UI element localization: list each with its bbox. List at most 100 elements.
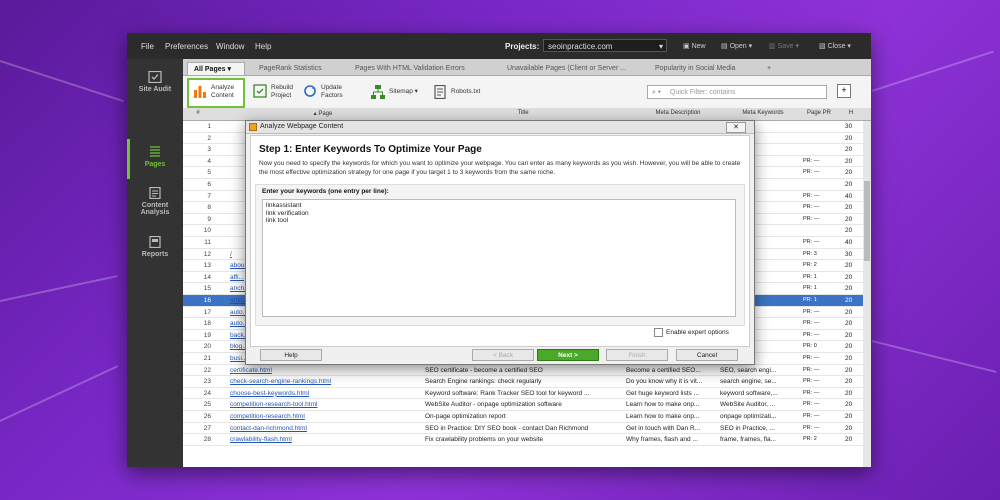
cell-page[interactable]: crawlability-flash.html bbox=[230, 436, 420, 443]
sitemap-icon bbox=[371, 85, 385, 99]
cell-num: 7 bbox=[207, 192, 211, 200]
col-keywords[interactable]: Meta Keywords bbox=[723, 110, 803, 116]
sidebar-item-content-analysis[interactable]: Content Analysis bbox=[127, 187, 183, 216]
add-filter-button[interactable]: + bbox=[837, 84, 851, 98]
cell-pr: PR: — bbox=[803, 204, 820, 211]
add-tab-button[interactable]: + bbox=[761, 62, 777, 75]
col-num[interactable]: # bbox=[189, 110, 207, 116]
analyze-content-button[interactable]: Analyze Content bbox=[187, 78, 245, 108]
sidebar-item-pages[interactable]: Pages bbox=[127, 146, 183, 168]
update-factors-button[interactable]: Update Factors bbox=[303, 80, 359, 104]
cell-pr: PR: — bbox=[803, 239, 820, 245]
table-row[interactable]: 23 check-search-engine-rankings.html Searc… bbox=[183, 376, 871, 388]
cell-num: 14 bbox=[203, 273, 211, 281]
cell-yr: 30 bbox=[845, 123, 853, 130]
cell-page[interactable]: certificate.html bbox=[230, 367, 420, 374]
cell-pr: PR: — bbox=[803, 366, 820, 373]
cell-kw: SEO, search engi... bbox=[720, 366, 777, 374]
cell-kw: frame, frames, fla... bbox=[720, 436, 776, 444]
sidebar-item-label: Content Analysis bbox=[140, 202, 170, 216]
step-heading: Step 1: Enter Keywords To Optimize Your … bbox=[259, 144, 482, 155]
dialog-close-button[interactable]: ✕ bbox=[726, 122, 746, 133]
cell-yr: 20 bbox=[845, 401, 853, 409]
menu-window[interactable]: Window bbox=[216, 42, 244, 51]
tab-pagerank[interactable]: PageRank Statistics bbox=[253, 62, 328, 75]
cell-page[interactable]: contact-dan-richmond.html bbox=[230, 425, 420, 432]
menu-file[interactable]: File bbox=[141, 42, 154, 51]
cell-pr: PR: — bbox=[803, 389, 820, 396]
cell-num: 10 bbox=[203, 227, 211, 235]
cell-page[interactable]: check-search-engine-rankings.html bbox=[230, 378, 420, 385]
analyze-dialog: Analyze Webpage Content ✕ Step 1: Enter … bbox=[245, 120, 755, 365]
cell-yr: 20 bbox=[845, 204, 853, 212]
cell-pr: PR: — bbox=[803, 378, 820, 385]
cell-num: 1 bbox=[207, 123, 211, 130]
app-window: File Preferences Window Help Projects: s… bbox=[127, 33, 871, 467]
table-row[interactable]: 28 crawlability-flash.html Fix crawlabilit… bbox=[183, 434, 871, 446]
project-select[interactable]: seoinpractice.com ▾ bbox=[543, 39, 667, 52]
cancel-button[interactable]: Cancel bbox=[676, 349, 738, 361]
tab-popularity[interactable]: Popularity in Social Media bbox=[649, 62, 742, 75]
new-button[interactable]: ▣ New bbox=[683, 42, 706, 50]
next-button[interactable]: Next > bbox=[537, 349, 599, 361]
cell-pr: PR: — bbox=[803, 355, 820, 361]
keywords-panel: Enter your keywords (one entry per line)… bbox=[255, 184, 745, 326]
sitemap-button[interactable]: Sitemap ▾ bbox=[371, 80, 423, 104]
cell-meta: Learn how to make onp... bbox=[626, 401, 700, 409]
col-pr[interactable]: Page PR bbox=[801, 110, 837, 116]
close-icon: ▧ bbox=[819, 43, 828, 50]
cell-meta: Do you know why it is vit... bbox=[626, 378, 703, 386]
expert-options-checkbox[interactable]: Enable expert options bbox=[654, 328, 729, 337]
cell-page[interactable]: choose-best-keywords.html bbox=[230, 390, 420, 397]
help-button[interactable]: Help bbox=[260, 349, 322, 361]
menu-preferences[interactable]: Preferences bbox=[165, 42, 208, 51]
robots-button[interactable]: Robots.txt bbox=[433, 80, 487, 104]
table-row[interactable]: 27 contact-dan-richmond.html SEO in Practi… bbox=[183, 423, 871, 435]
table-row[interactable]: 26 competition-research.html On-page optim… bbox=[183, 411, 871, 423]
report-icon bbox=[149, 236, 161, 248]
keywords-textarea[interactable]: linkassistant link verification link too… bbox=[262, 199, 736, 317]
sidebar-item-label: Pages bbox=[144, 161, 166, 168]
table-row[interactable]: 22 certificate.html SEO certificate - beco… bbox=[183, 365, 871, 377]
tab-bar: All Pages ▾ PageRank Statistics Pages Wi… bbox=[183, 59, 871, 76]
search-icon: ⌕ ▾ bbox=[652, 89, 661, 96]
menu-help[interactable]: Help bbox=[255, 42, 271, 51]
col-meta[interactable]: Meta Description bbox=[633, 110, 723, 116]
cell-yr: 20 bbox=[845, 331, 853, 339]
cell-num: 24 bbox=[203, 389, 211, 397]
save-button-label: Save bbox=[777, 43, 794, 50]
sidebar-item-label: Site Audit bbox=[138, 86, 172, 93]
save-button[interactable]: ▥ Save ▾ bbox=[769, 42, 799, 50]
grid-scrollbar[interactable] bbox=[863, 121, 871, 467]
cell-yr: 20 bbox=[845, 389, 853, 397]
back-button[interactable]: < Back bbox=[472, 349, 534, 361]
update-factors-label: Update Factors bbox=[321, 84, 343, 99]
col-title[interactable]: Title bbox=[503, 110, 543, 116]
finish-button[interactable]: Finish bbox=[606, 349, 668, 361]
sitemap-label: Sitemap ▾ bbox=[389, 88, 418, 95]
tab-html-validation[interactable]: Pages With HTML Validation Errors bbox=[349, 62, 471, 75]
cell-num: 20 bbox=[203, 343, 211, 351]
scrollbar-thumb[interactable] bbox=[864, 181, 870, 261]
sidebar-item-site-audit[interactable]: Site Audit bbox=[127, 71, 183, 93]
col-h[interactable]: H bbox=[845, 110, 857, 116]
sidebar-item-reports[interactable]: Reports bbox=[127, 236, 183, 258]
cell-page[interactable]: competition-research-tool.html bbox=[230, 401, 420, 408]
open-button[interactable]: ▤ Open ▾ bbox=[721, 42, 752, 50]
tab-unavailable[interactable]: Unavailable Pages (Client or Server ... bbox=[501, 62, 632, 75]
rebuild-project-button[interactable]: Rebuild Project bbox=[253, 80, 301, 104]
table-row[interactable]: 24 choose-best-keywords.html Keyword softw… bbox=[183, 388, 871, 400]
cell-page[interactable]: competition-research.html bbox=[230, 413, 420, 420]
step-description: Now you need to specify the keywords for… bbox=[259, 160, 741, 176]
cell-num: 11 bbox=[204, 239, 211, 246]
table-row[interactable]: 25 competition-research-tool.html WebSite … bbox=[183, 399, 871, 411]
cell-meta: Learn how to make onp... bbox=[626, 413, 700, 420]
cell-yr: 20 bbox=[845, 262, 853, 270]
col-page[interactable]: ▴ Page bbox=[303, 110, 343, 117]
cell-title: Keyword software: Rank Tracker SEO tool … bbox=[425, 389, 590, 397]
close-button[interactable]: ▧ Close ▾ bbox=[819, 42, 851, 50]
tab-all-pages[interactable]: All Pages ▾ bbox=[187, 62, 245, 75]
cell-num: 2 bbox=[207, 134, 211, 142]
pages-list-icon bbox=[150, 146, 160, 157]
quick-filter-input[interactable]: ⌕ ▾ Quick Filter: contains bbox=[647, 85, 827, 99]
